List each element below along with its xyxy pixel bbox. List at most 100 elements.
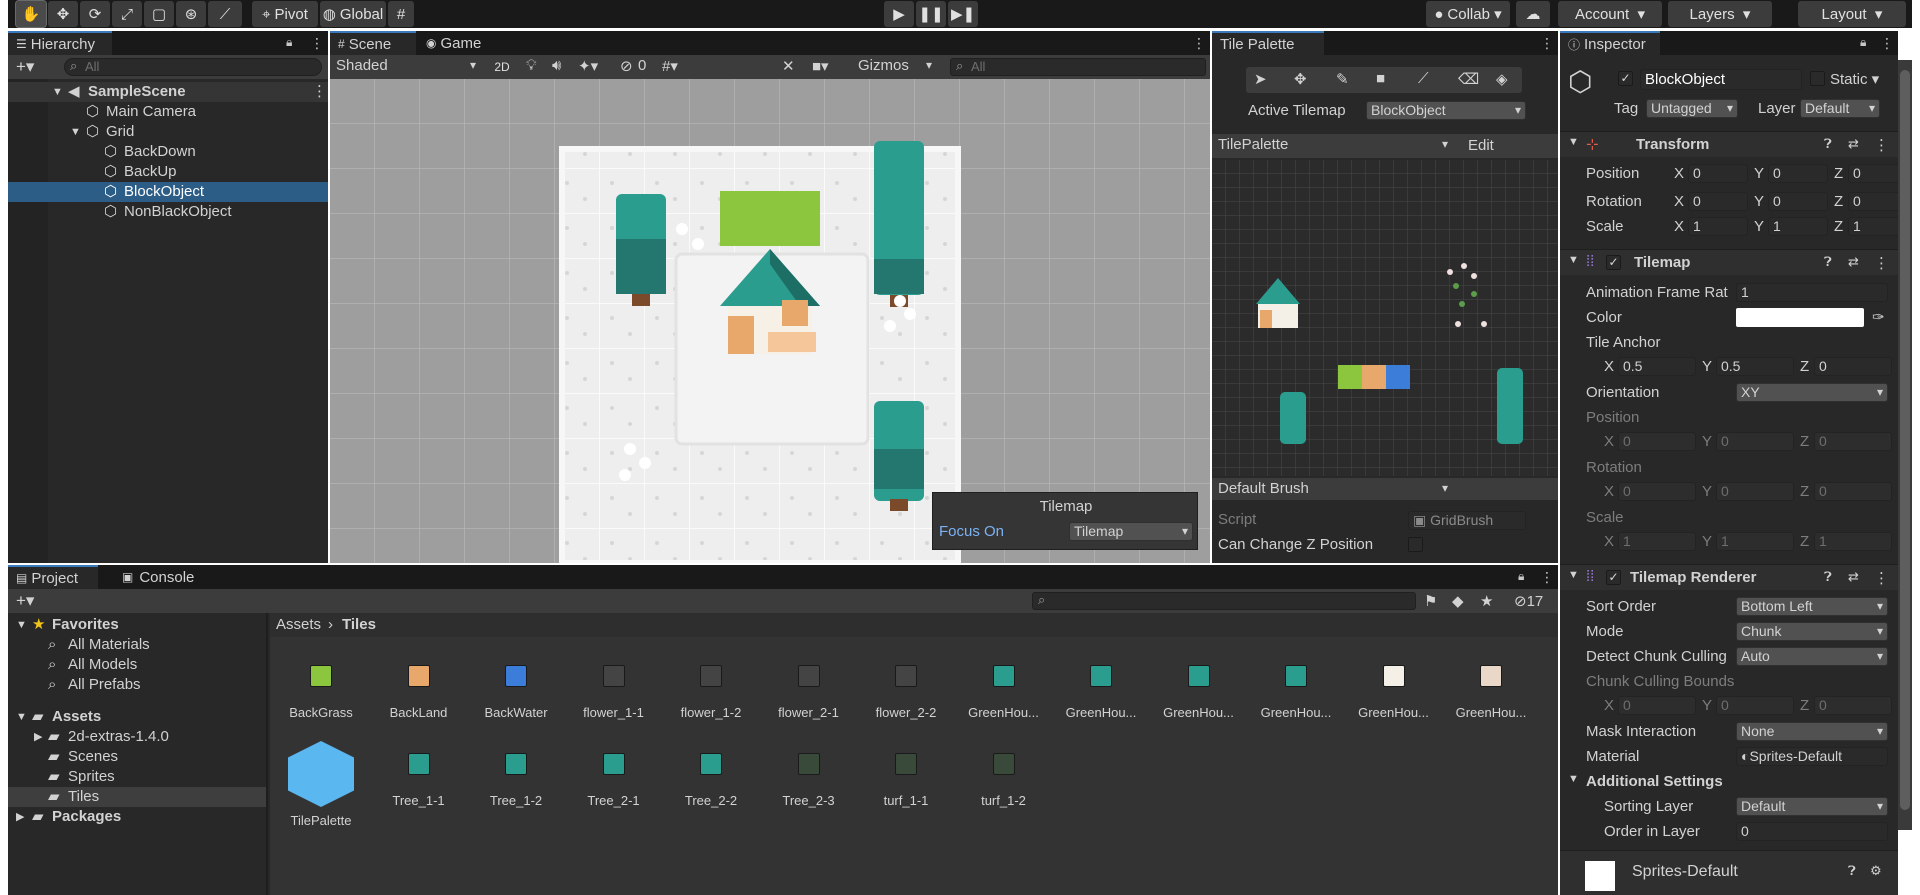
focus-on-dropdown[interactable]: Tilemap <box>1069 522 1193 541</box>
chunk-bounds-x-input[interactable]: 0 <box>1618 696 1696 715</box>
lock-icon[interactable]: 🔒︎ <box>286 35 292 50</box>
packages-folder[interactable]: Packages <box>52 807 121 827</box>
lighting-icon[interactable]: 💡︎ <box>526 57 537 74</box>
more-icon[interactable]: ⋮ <box>310 35 324 52</box>
lock-icon[interactable]: 🔒︎ <box>1860 35 1866 50</box>
transform-header[interactable]: ▼ ⊹ Transform ❓︎ ⇄ ⋮ <box>1560 131 1898 157</box>
tab-inspector[interactable]: ⓘ Inspector <box>1560 31 1660 55</box>
more-icon[interactable]: ⋮ <box>1192 35 1206 52</box>
chevron-down-icon[interactable]: ▼ <box>70 122 81 142</box>
project-search-input[interactable] <box>1032 592 1416 610</box>
help-icon[interactable]: ❓︎ <box>1824 136 1832 152</box>
paint-tool-icon[interactable]: ✎ <box>1336 70 1349 88</box>
position-y-input[interactable]: 0 <box>1768 164 1828 183</box>
favorite-all-materials[interactable]: All Materials <box>68 635 150 655</box>
custom-tool-icon[interactable]: ⟋ <box>208 1 242 27</box>
hierarchy-item-grid[interactable]: ▼ ⬡ Grid <box>8 122 328 142</box>
tab-project[interactable]: ▤ Project <box>8 565 98 589</box>
folder-sprites[interactable]: Sprites <box>68 767 115 787</box>
tab-game[interactable]: ◉ Game <box>418 31 498 55</box>
box-fill-icon[interactable]: ■ <box>1376 70 1385 87</box>
tools-icon[interactable]: ✕ <box>782 57 795 75</box>
breadcrumb-assets[interactable]: Assets <box>276 616 321 633</box>
help-icon[interactable]: ❓︎ <box>1824 254 1832 270</box>
animation-frame-rate-input[interactable]: 1 <box>1736 283 1888 302</box>
more-icon[interactable]: ⋮ <box>1540 569 1554 586</box>
component-more-icon[interactable]: ⋮ <box>1874 569 1889 587</box>
tab-hierarchy[interactable]: ☰ Hierarchy <box>8 31 112 55</box>
asset-item[interactable]: TilePalette <box>276 731 366 828</box>
asset-item[interactable]: turf_1-1 <box>861 731 951 808</box>
renderer-enabled-checkbox[interactable]: ✓ <box>1606 570 1621 585</box>
breadcrumb-tiles[interactable]: Tiles <box>342 616 376 633</box>
lock-icon[interactable]: 🔒︎ <box>1518 569 1524 584</box>
collab-dropdown[interactable]: ● Collab ▾ <box>1426 1 1510 27</box>
active-checkbox[interactable]: ✓ <box>1618 71 1633 86</box>
settings-icon[interactable]: ⚙ <box>1870 863 1882 879</box>
asset-item[interactable]: Tree_1-1 <box>374 731 464 808</box>
favorite-star-icon[interactable]: ★ <box>1480 592 1493 610</box>
eraser-icon[interactable]: ⌫ <box>1458 70 1479 88</box>
folder-2d-extras[interactable]: 2d-extras-1.4.0 <box>68 727 169 747</box>
scale-z-input[interactable]: 1 <box>1848 217 1898 236</box>
assets-folder[interactable]: Assets <box>52 707 101 727</box>
chevron-down-icon[interactable]: ▼ <box>1568 254 1579 266</box>
asset-item[interactable]: Tree_2-1 <box>569 731 659 808</box>
detect-chunk-culling-dropdown[interactable]: Auto <box>1736 647 1888 666</box>
asset-item[interactable]: BackWater <box>471 643 561 720</box>
rotation-y-input[interactable]: 0 <box>1768 192 1828 211</box>
scrollbar-thumb[interactable] <box>1900 70 1910 810</box>
tilemap-rotation-z-input[interactable]: 0 <box>1814 482 1892 501</box>
tab-tile-palette[interactable]: Tile Palette <box>1212 31 1324 55</box>
tile-anchor-x-input[interactable]: 0.5 <box>1618 357 1696 376</box>
asset-item[interactable]: flower_2-2 <box>861 643 951 720</box>
mode-dropdown[interactable]: Chunk <box>1736 622 1888 641</box>
tilemap-rotation-y-input[interactable]: 0 <box>1716 482 1794 501</box>
inspector-scrollbar[interactable] <box>1898 60 1912 830</box>
fill-icon[interactable]: ◈ <box>1496 70 1508 88</box>
pause-button[interactable]: ❚❚ <box>916 1 946 27</box>
material-field[interactable]: ◐Sprites-Default <box>1736 747 1888 766</box>
chunk-bounds-y-input[interactable]: 0 <box>1716 696 1794 715</box>
active-tilemap-dropdown[interactable]: BlockObject <box>1366 101 1526 120</box>
asset-item[interactable]: flower_2-1 <box>764 643 854 720</box>
additional-settings-foldout[interactable]: Additional Settings <box>1586 773 1723 790</box>
hierarchy-item-main-camera[interactable]: ⬡ Main Camera <box>8 102 328 122</box>
step-button[interactable]: ▶❚ <box>948 1 978 27</box>
static-dropdown[interactable]: Static ▾ <box>1830 70 1879 88</box>
static-checkbox[interactable] <box>1810 71 1825 86</box>
tilemap-rotation-x-input[interactable]: 0 <box>1618 482 1696 501</box>
tile-anchor-y-input[interactable]: 0.5 <box>1716 357 1794 376</box>
cloud-icon[interactable]: ☁ <box>1516 1 1550 27</box>
tag-dropdown[interactable]: Untagged <box>1646 99 1738 118</box>
preset-icon[interactable]: ⇄ <box>1848 254 1859 270</box>
tab-console[interactable]: ▣ Console <box>114 565 214 589</box>
layer-dropdown[interactable]: Default <box>1800 99 1880 118</box>
move-tool-icon[interactable]: ✥ <box>48 1 78 27</box>
hidden-packages-icon[interactable]: ⊘17 <box>1514 592 1543 610</box>
scale-tool-icon[interactable]: ⤢ <box>112 1 142 27</box>
preset-icon[interactable]: ⇄ <box>1848 569 1859 585</box>
rotate-tool-icon[interactable]: ⟳ <box>80 1 110 27</box>
chunk-bounds-z-input[interactable]: 0 <box>1814 696 1892 715</box>
position-z-input[interactable]: 0 <box>1848 164 1898 183</box>
gameobject-cube-icon[interactable]: ⬡ <box>1568 65 1592 98</box>
can-change-z-checkbox[interactable] <box>1408 537 1423 552</box>
rotation-x-input[interactable]: 0 <box>1688 192 1748 211</box>
gizmos-dropdown[interactable]: Gizmos <box>854 57 936 76</box>
script-field[interactable]: ▣ GridBrush <box>1408 511 1526 530</box>
asset-item[interactable]: Tree_1-2 <box>471 731 561 808</box>
sort-order-dropdown[interactable]: Bottom Left <box>1736 597 1888 616</box>
camera-icon[interactable]: ■▾ <box>812 57 829 75</box>
asset-item[interactable]: GreenHou... <box>1154 643 1244 720</box>
tilemap-position-y-input[interactable]: 0 <box>1716 432 1794 451</box>
asset-item[interactable]: Tree_2-2 <box>666 731 756 808</box>
scene-canvas[interactable] <box>330 79 1210 563</box>
asset-item[interactable]: BackLand <box>374 643 464 720</box>
asset-item[interactable]: flower_1-2 <box>666 643 756 720</box>
tilemap-scale-x-input[interactable]: 1 <box>1618 532 1696 551</box>
favorites-label[interactable]: Favorites <box>52 615 119 635</box>
move-tool-icon[interactable]: ✥ <box>1294 70 1307 88</box>
tilemap-enabled-checkbox[interactable]: ✓ <box>1606 255 1621 270</box>
2d-toggle[interactable]: 2D <box>488 57 516 77</box>
